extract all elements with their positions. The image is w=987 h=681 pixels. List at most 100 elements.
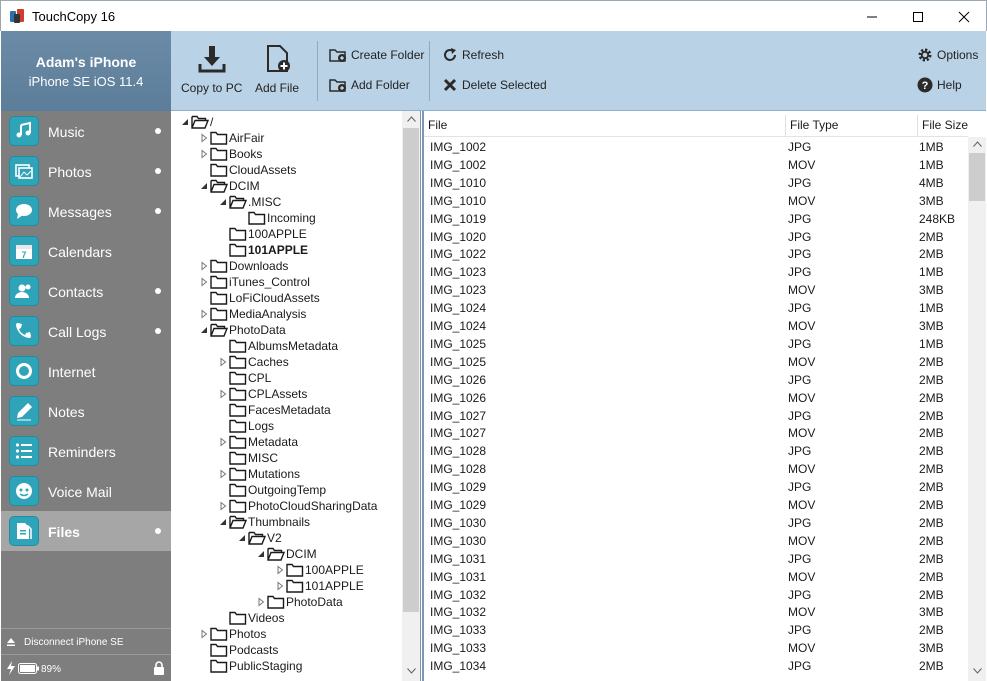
- help-button[interactable]: ? Help: [917, 77, 962, 93]
- table-row[interactable]: IMG_1030 JPG 2MB: [424, 514, 968, 532]
- expand-arrow-icon[interactable]: [217, 388, 229, 400]
- table-row[interactable]: IMG_1034 JPG 2MB: [424, 657, 968, 675]
- table-row[interactable]: IMG_1025 MOV 2MB: [424, 353, 968, 371]
- tree-node[interactable]: Downloads: [198, 258, 288, 274]
- table-row[interactable]: IMG_1022 JPG 2MB: [424, 245, 968, 263]
- expand-arrow-icon[interactable]: [198, 260, 210, 272]
- table-row[interactable]: IMG_1028 JPG 2MB: [424, 442, 968, 460]
- add-folder-button[interactable]: Add Folder: [329, 77, 410, 93]
- sidebar-item-voice-mail[interactable]: Voice Mail: [1, 471, 171, 511]
- tree-node[interactable]: PhotoCloudSharingData: [217, 498, 377, 514]
- sidebar-item-files[interactable]: Files: [1, 511, 171, 551]
- table-row[interactable]: IMG_1019 JPG 248KB: [424, 210, 968, 228]
- tree-node[interactable]: PhotoData: [198, 322, 286, 338]
- table-row[interactable]: IMG_1010 JPG 4MB: [424, 174, 968, 192]
- expand-arrow-icon[interactable]: [217, 436, 229, 448]
- refresh-button[interactable]: Refresh: [442, 47, 504, 63]
- table-row[interactable]: IMG_1029 JPG 2MB: [424, 478, 968, 496]
- table-row[interactable]: IMG_1026 JPG 2MB: [424, 371, 968, 389]
- tree-node[interactable]: Caches: [217, 354, 289, 370]
- sidebar-item-notes[interactable]: Notes: [1, 391, 171, 431]
- tree-node[interactable]: Mutations: [217, 466, 300, 482]
- tree-node[interactable]: AirFair: [198, 130, 264, 146]
- collapse-arrow-icon[interactable]: [198, 324, 210, 336]
- table-row[interactable]: IMG_1027 MOV 2MB: [424, 424, 968, 442]
- tree-node[interactable]: Incoming: [236, 210, 316, 226]
- collapse-arrow-icon[interactable]: [198, 180, 210, 192]
- close-button[interactable]: [941, 1, 987, 32]
- column-header-file[interactable]: File: [424, 115, 786, 137]
- collapse-arrow-icon[interactable]: [217, 516, 229, 528]
- tree-node[interactable]: 101APPLE: [217, 242, 308, 258]
- scroll-up-icon[interactable]: [407, 116, 416, 122]
- lock-icon[interactable]: [153, 661, 165, 675]
- sidebar-item-internet[interactable]: Internet: [1, 351, 171, 391]
- scroll-down-icon[interactable]: [407, 668, 416, 674]
- maximize-button[interactable]: [895, 1, 941, 32]
- tree-node[interactable]: CPL: [217, 370, 271, 386]
- tree-node[interactable]: /: [179, 114, 213, 130]
- tree-node[interactable]: iTunes_Control: [198, 274, 310, 290]
- table-row[interactable]: IMG_1024 MOV 3MB: [424, 317, 968, 335]
- collapse-arrow-icon[interactable]: [217, 196, 229, 208]
- table-row[interactable]: IMG_1031 MOV 2MB: [424, 568, 968, 586]
- table-row[interactable]: IMG_1029 MOV 2MB: [424, 496, 968, 514]
- expand-arrow-icon[interactable]: [198, 628, 210, 640]
- file-list-scrollbar[interactable]: [968, 137, 986, 681]
- table-row[interactable]: IMG_1033 JPG 2MB: [424, 621, 968, 639]
- copy-to-pc-button[interactable]: Copy to PC: [181, 43, 242, 95]
- delete-selected-button[interactable]: Delete Selected: [442, 77, 547, 93]
- scroll-down-icon[interactable]: [973, 668, 982, 674]
- expand-arrow-icon[interactable]: [217, 356, 229, 368]
- tree-node[interactable]: Books: [198, 146, 262, 162]
- expand-arrow-icon[interactable]: [198, 148, 210, 160]
- expand-arrow-icon[interactable]: [198, 132, 210, 144]
- sidebar-item-photos[interactable]: Photos: [1, 151, 171, 191]
- tree-node[interactable]: PublicStaging: [198, 658, 302, 674]
- tree-node[interactable]: MediaAnalysis: [198, 306, 306, 322]
- tree-node[interactable]: 100APPLE: [274, 562, 364, 578]
- sidebar-item-music[interactable]: Music: [1, 111, 171, 151]
- collapse-arrow-icon[interactable]: [236, 532, 248, 544]
- disconnect-button[interactable]: Disconnect iPhone SE: [1, 628, 171, 654]
- expand-arrow-icon[interactable]: [274, 580, 286, 592]
- tree-node[interactable]: DCIM: [198, 178, 260, 194]
- tree-node[interactable]: Logs: [217, 418, 274, 434]
- tree-node[interactable]: PhotoData: [255, 594, 343, 610]
- create-folder-button[interactable]: Create Folder: [329, 47, 424, 63]
- table-row[interactable]: IMG_1026 MOV 2MB: [424, 389, 968, 407]
- folder-tree[interactable]: / AirFair Books CloudAssets DCIM .MISC Incomin…: [171, 111, 421, 681]
- tree-node[interactable]: FacesMetadata: [217, 402, 331, 418]
- collapse-arrow-icon[interactable]: [255, 548, 267, 560]
- tree-scroll-thumb[interactable]: [403, 128, 419, 612]
- table-row[interactable]: IMG_1024 JPG 1MB: [424, 299, 968, 317]
- expand-arrow-icon[interactable]: [198, 276, 210, 288]
- tree-node[interactable]: MISC: [217, 450, 278, 466]
- tree-node[interactable]: Photos: [198, 626, 266, 642]
- tree-node[interactable]: OutgoingTemp: [217, 482, 326, 498]
- tree-node[interactable]: CloudAssets: [198, 162, 296, 178]
- tree-node[interactable]: Thumbnails: [217, 514, 310, 530]
- tree-node[interactable]: LoFiCloudAssets: [198, 290, 320, 306]
- expand-arrow-icon[interactable]: [274, 564, 286, 576]
- table-row[interactable]: IMG_1030 MOV 2MB: [424, 532, 968, 550]
- table-row[interactable]: IMG_1028 MOV 2MB: [424, 460, 968, 478]
- sidebar-item-contacts[interactable]: Contacts: [1, 271, 171, 311]
- table-row[interactable]: IMG_1002 JPG 1MB: [424, 138, 968, 156]
- column-header-file-type[interactable]: File Type: [786, 115, 918, 137]
- table-row[interactable]: IMG_1025 JPG 1MB: [424, 335, 968, 353]
- collapse-arrow-icon[interactable]: [179, 116, 191, 128]
- tree-node[interactable]: .MISC: [217, 194, 281, 210]
- table-row[interactable]: IMG_1027 JPG 2MB: [424, 407, 968, 425]
- sidebar-item-messages[interactable]: Messages: [1, 191, 171, 231]
- table-row[interactable]: IMG_1023 MOV 3MB: [424, 281, 968, 299]
- tree-node[interactable]: V2: [236, 530, 282, 546]
- tree-node[interactable]: 101APPLE: [274, 578, 364, 594]
- tree-node[interactable]: CPLAssets: [217, 386, 307, 402]
- minimize-button[interactable]: [849, 1, 895, 32]
- table-row[interactable]: IMG_1033 MOV 3MB: [424, 639, 968, 657]
- column-header-file-size[interactable]: File Size: [918, 115, 968, 137]
- tree-scrollbar[interactable]: [402, 111, 420, 681]
- tree-node[interactable]: Podcasts: [198, 642, 278, 658]
- table-row[interactable]: IMG_1023 JPG 1MB: [424, 263, 968, 281]
